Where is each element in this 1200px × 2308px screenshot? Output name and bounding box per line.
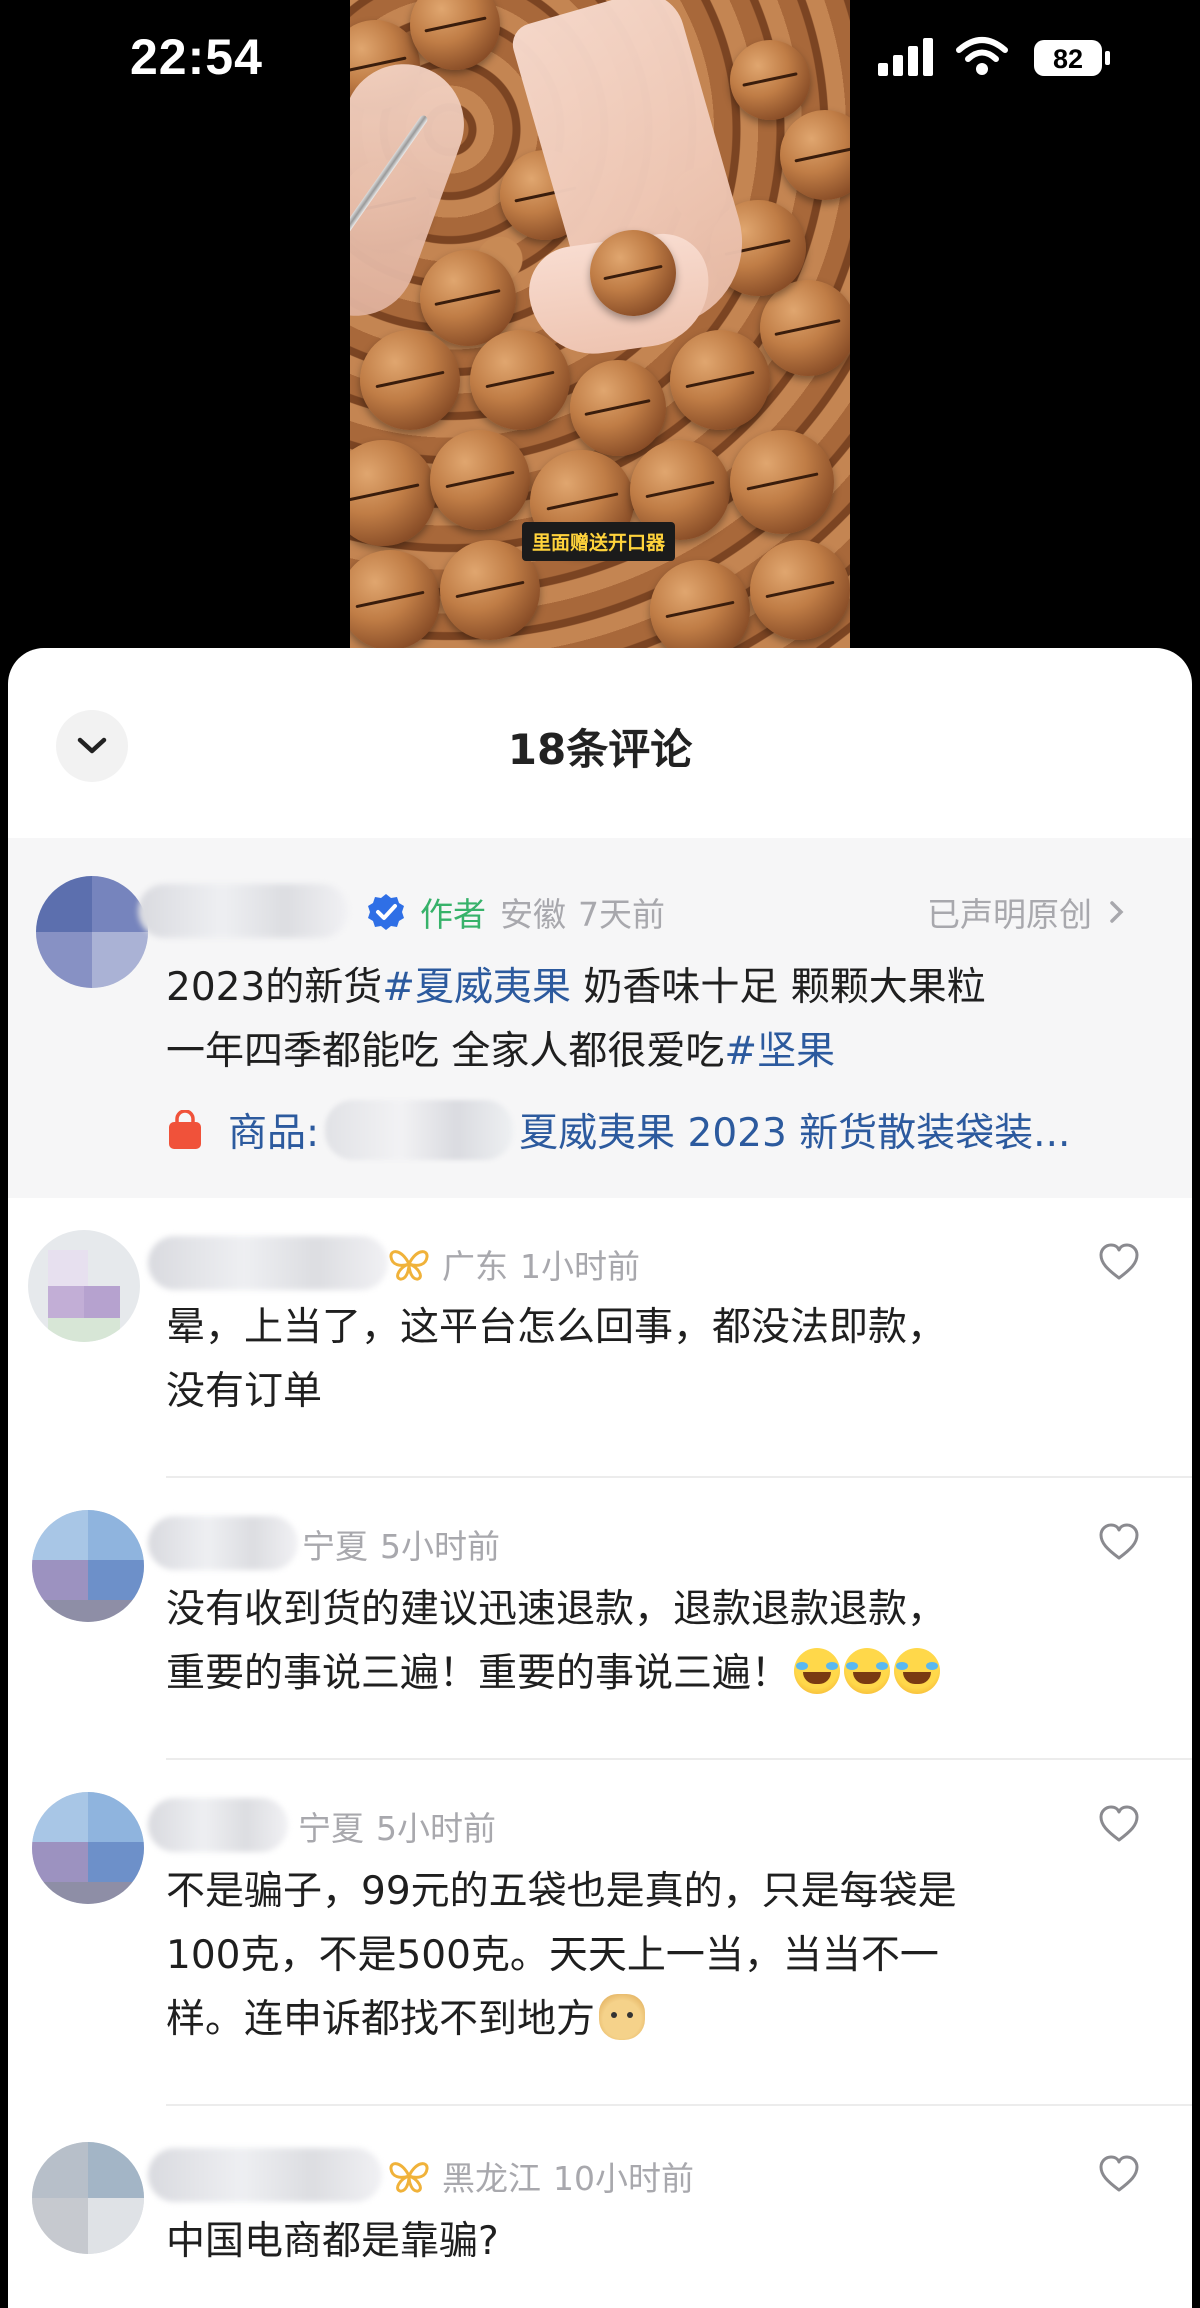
video-caption: 里面赠送开口器 (522, 522, 676, 561)
laughing-crying-emoji-icon (794, 1648, 841, 1694)
comment-text-line1: 中国电商都是靠骗? (166, 2219, 499, 2264)
comment-text-line3: 样。连申诉都找不到地方 (166, 1988, 646, 2052)
product-label: 商品: (228, 1111, 320, 1156)
comment-meta: 广东 1小时前 (386, 1240, 640, 1288)
status-bar: 22:54 82 (0, 0, 1200, 120)
comment-location: 宁夏 (298, 1809, 364, 1848)
product-link[interactable]: 商品: 夏威夷果 2023 新货散装袋装... (166, 1100, 1070, 1160)
comment-time: 1小时前 (520, 1247, 640, 1286)
wifi-icon (956, 37, 1008, 75)
heart-icon[interactable] (1098, 2154, 1140, 2194)
commenter-name-blurred[interactable] (148, 1236, 388, 1290)
commenter-name-blurred[interactable] (148, 1798, 288, 1852)
battery-level: 82 (1053, 44, 1083, 74)
comment-avatar[interactable] (32, 1510, 144, 1622)
author-post-line2: 一年四季都能吃 全家人都很爱吃#坚果 (166, 1029, 836, 1074)
author-meta: 作者 安徽 7天前 (366, 888, 665, 936)
hashtag-macadamia[interactable]: #夏威夷果 (382, 965, 571, 1010)
comment-time: 5小时前 (380, 1527, 500, 1566)
comment-location: 广东 (442, 1247, 508, 1286)
author-post: 作者 安徽 7天前 已声明原创 2023的新货#夏威夷果 奶香味十足 颗颗大果粒… (8, 838, 1192, 1198)
comment-item: 宁夏 5小时前 没有收到货的建议迅速退款，退款退款退款， 重要的事说三遍！重要的… (8, 1478, 1192, 1760)
shopping-bag-icon (169, 1110, 201, 1149)
comment-text-line1: 没有收到货的建议迅速退款，退款退款退款， (166, 1587, 947, 1632)
heart-icon[interactable] (1098, 1804, 1140, 1844)
comment-avatar[interactable] (28, 1230, 140, 1342)
author-time: 7天前 (578, 895, 665, 934)
comment-meta: 黑龙江 10小时前 (386, 2152, 694, 2200)
hashtag-nuts[interactable]: #坚果 (724, 1029, 835, 1074)
author-avatar[interactable] (36, 876, 148, 988)
author-location: 安徽 (500, 895, 566, 934)
original-claim-link[interactable]: 已声明原创 (927, 888, 1128, 936)
verified-check-icon (368, 894, 404, 930)
original-claim-label: 已声明原创 (927, 895, 1092, 934)
commenter-name-blurred[interactable] (148, 1516, 298, 1570)
comment-avatar[interactable] (32, 1792, 144, 1904)
product-shop-blurred (325, 1100, 514, 1160)
battery-icon: 82 (1034, 40, 1110, 76)
comment-text-line2: 没有订单 (166, 1369, 323, 1414)
laughing-crying-emoji-icon (844, 1648, 891, 1694)
comment-count-title: 18条评论 (507, 725, 693, 774)
chevron-right-icon (1110, 901, 1124, 923)
laughing-crying-emoji-icon (894, 1648, 941, 1694)
comment-location: 宁夏 (302, 1527, 368, 1566)
comment-item: 宁夏 5小时前 不是骗子，99元的五袋也是真的，只是每袋是 100克，不是500… (8, 1760, 1192, 2106)
comment-avatar[interactable] (32, 2142, 144, 2254)
comment-location: 黑龙江 (442, 2159, 541, 2198)
author-tag: 作者 (420, 895, 486, 934)
comment-sheet: 18条评论 作者 安徽 7天前 已声明原创 2023的新货#夏威夷果 奶香味十足… (8, 648, 1192, 2308)
comment-text-line1: 不是骗子，99元的五袋也是真的，只是每袋是 (166, 1869, 957, 1914)
heart-icon[interactable] (1098, 1242, 1140, 1282)
comment-text-line2: 重要的事说三遍！重要的事说三遍！ (166, 1642, 941, 1706)
commenter-name-blurred[interactable] (148, 2148, 382, 2202)
cellular-signal-icon (878, 38, 933, 76)
heart-icon[interactable] (1098, 1522, 1140, 1562)
comment-text-line2: 100克，不是500克。天天上一当，当当不一 (166, 1933, 939, 1978)
status-time: 22:54 (130, 29, 263, 85)
comment-meta: 宁夏 5小时前 (302, 1520, 500, 1568)
sheet-header: 18条评论 (8, 648, 1192, 838)
butterfly-badge-icon (389, 1250, 429, 1281)
author-name-blurred[interactable] (138, 884, 348, 938)
comment-time: 10小时前 (553, 2159, 694, 2198)
comment-item: 广东 1小时前 晕，上当了，这平台怎么回事，都没法即款， 没有订单 (8, 1198, 1192, 1478)
comment-item: 黑龙江 10小时前 中国电商都是靠骗? (8, 2106, 1192, 2308)
comment-meta: 宁夏 5小时前 (298, 1802, 496, 1850)
butterfly-badge-icon (389, 2162, 429, 2193)
author-post-line1: 2023的新货#夏威夷果 奶香味十足 颗颗大果粒 (166, 965, 986, 1010)
comment-time: 5小时前 (376, 1809, 496, 1848)
doge-emoji-icon (599, 1994, 646, 2040)
product-name: 夏威夷果 2023 新货散装袋装... (519, 1111, 1071, 1156)
held-nut (590, 230, 676, 316)
comment-text-line1: 晕，上当了，这平台怎么回事，都没法即款， (166, 1305, 947, 1350)
